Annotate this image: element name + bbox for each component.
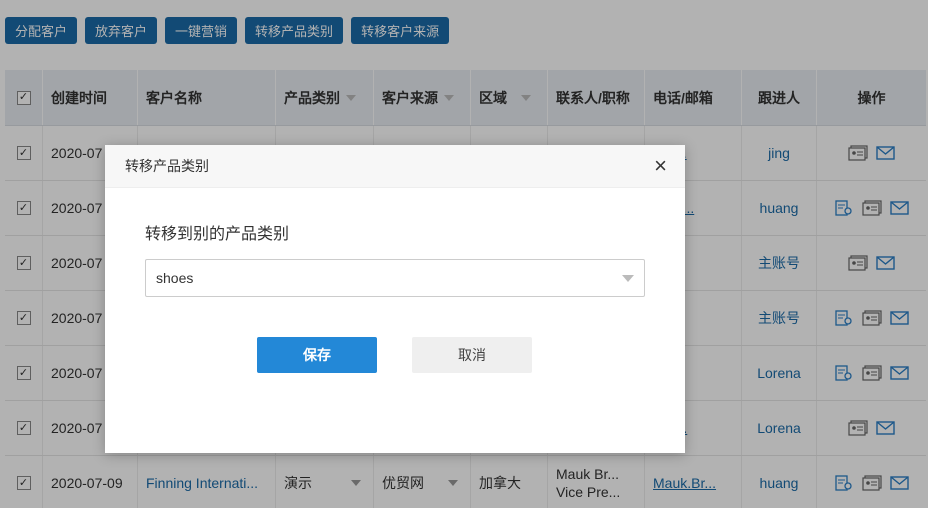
category-select[interactable]: shoes (145, 259, 645, 297)
category-select-value: shoes (156, 270, 194, 286)
dialog-header: 转移产品类别 × (105, 145, 685, 188)
transfer-category-dialog: 转移产品类别 × 转移到别的产品类别 shoes 保存 取消 (105, 145, 685, 453)
save-button[interactable]: 保存 (257, 337, 377, 373)
chevron-down-icon[interactable] (622, 274, 634, 282)
cancel-button[interactable]: 取消 (412, 337, 532, 373)
close-icon[interactable]: × (654, 155, 667, 177)
transfer-label: 转移到别的产品类别 (145, 226, 290, 243)
dialog-title: 转移产品类别 (125, 158, 209, 174)
